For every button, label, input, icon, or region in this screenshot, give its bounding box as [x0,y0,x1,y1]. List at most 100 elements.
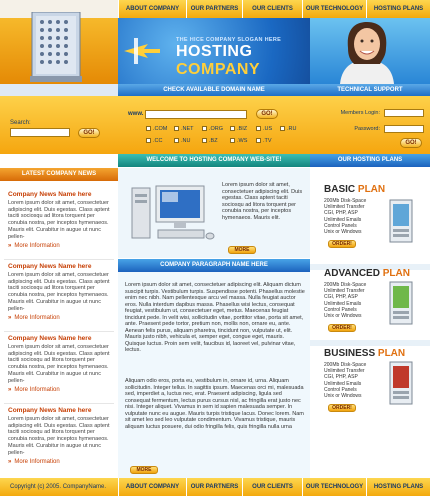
login-input[interactable] [384,109,424,117]
tld-bz[interactable]: .BZ [202,138,218,144]
nav-hosting-plans[interactable]: HOSTING PLANS [366,0,430,18]
technical-support-heading: TECHNICAL SUPPORT [310,84,430,96]
more-information-label: More Information [14,459,60,466]
paragraph-panel: Lorem ipsum dolor sit amet, consectetuer… [118,272,310,478]
header-banner: THE HICE COMPANY SLOGAN HERE HOSTING COM… [118,18,310,84]
news-text: Lorem ipsum dolor sit amet, consectetuer… [8,344,110,384]
checkbox-icon[interactable] [202,126,207,131]
double-arrow-icon: » [8,243,12,250]
tld-tv[interactable]: .TV [256,138,272,144]
password-label: Password: [354,126,380,132]
checkbox-icon[interactable] [174,138,179,143]
plan-card-business: BUSINESS PLAN 200Mb Disk-Space Unlimited… [310,340,430,426]
checkbox-icon[interactable] [280,126,285,131]
password-input[interactable] [384,125,424,133]
latest-news-heading: LATEST COMPANY NEWS [0,168,118,181]
search-input[interactable] [10,128,70,137]
plan-feature: Unix or Windows [324,313,362,320]
login-go-button[interactable]: GO! [400,138,422,148]
support-woman-photo [340,22,394,84]
search-go-button[interactable]: GO! [78,128,100,138]
domain-input[interactable] [145,110,247,119]
paragraph-more-button[interactable]: MORE [130,466,158,474]
checkbox-icon[interactable] [174,126,179,131]
tld-label: .BZ [209,138,218,144]
news-title[interactable]: Company News Name here [8,191,112,198]
tld-cc[interactable]: .CC [146,138,162,144]
checkbox-icon[interactable] [146,126,151,131]
plan-card-advanced: ADVANCED PLAN 200Mb Disk-Space Unlimited… [310,258,430,344]
header-photo-panel [310,18,430,84]
domain-go-button[interactable]: GO! [256,109,278,119]
plan-title: BASIC PLAN [324,184,385,195]
more-information-link[interactable]: » More Information [8,243,112,249]
footer-nav-our-clients[interactable]: OUR CLIENTS [242,478,302,496]
plan-name: BASIC [324,184,358,195]
server-icon [389,199,413,243]
footer-nav-hosting-plans[interactable]: HOSTING PLANS [366,478,430,496]
plan-feature: Unix or Windows [324,393,362,400]
tld-ru[interactable]: .RU [280,126,296,132]
news-title[interactable]: Company News Name here [8,407,112,414]
checkbox-icon[interactable] [202,138,207,143]
plan-features: 200Mb Disk-Space Unlimited Transfer CGI,… [324,282,380,319]
tld-com[interactable]: .COM [146,126,167,132]
server-icon [389,281,413,325]
footer-nav-our-technology[interactable]: OUR TECHNOLOGY [302,478,366,496]
footer-nav-about-company[interactable]: ABOUT COMPANY [118,478,186,496]
double-arrow-icon: » [8,315,12,322]
double-arrow-icon: » [8,387,12,394]
news-title[interactable]: Company News Name here [8,335,112,342]
tld-ws[interactable]: .WS [230,138,247,144]
tld-biz[interactable]: .BIZ [230,126,247,132]
news-text: Lorem ipsum dolor sit amet, consectetuer… [8,200,110,240]
order-button[interactable]: ORDER! [328,404,356,412]
nav-our-technology[interactable]: OUR TECHNOLOGY [302,0,366,18]
nav-our-partners[interactable]: OUR PARTNERS [186,0,242,18]
plan-name: ADVANCED [324,268,383,279]
tld-nu[interactable]: .NU [174,138,190,144]
news-column: Company News Name here Lorem ipsum dolor… [0,181,118,478]
checkbox-icon[interactable] [256,126,261,131]
www-label: www. [128,111,144,117]
tld-label: .BIZ [237,126,248,132]
header: THE HICE COMPANY SLOGAN HERE HOSTING COM… [0,12,430,84]
hosting-plans-column: OUR HOSTING PLANS BASIC PLAN 200Mb Disk-… [310,154,430,478]
more-information-label: More Information [14,315,60,322]
tld-label: .CC [153,138,163,144]
divider [4,259,114,260]
checkbox-icon[interactable] [230,138,235,143]
plan-suffix: PLAN [382,268,410,279]
paragraph-heading: COMPANY PARAGRAPH NAME HERE [118,259,310,272]
nav-about-company[interactable]: ABOUT COMPANY [118,0,186,18]
welcome-more-button[interactable]: MORE [228,246,256,254]
hosting-plans-heading: OUR HOSTING PLANS [310,154,430,167]
more-information-link[interactable]: » More Information [8,387,112,393]
plan-title: BUSINESS PLAN [324,348,405,359]
more-information-link[interactable]: » More Information [8,315,112,321]
checkbox-icon[interactable] [256,138,261,143]
footer-nav-our-partners[interactable]: OUR PARTNERS [186,478,242,496]
tld-org[interactable]: .ORG [202,126,223,132]
checkbox-icon[interactable] [230,126,235,131]
plan-features: 200Mb Disk-Space Unlimited Transfer CGI,… [324,198,380,235]
server-icon [389,361,413,405]
news-item: Company News Name here Lorem ipsum dolor… [8,407,112,465]
order-button[interactable]: ORDER! [328,240,356,248]
order-button[interactable]: ORDER! [328,324,356,332]
news-item: Company News Name here Lorem ipsum dolor… [8,191,112,249]
tld-net[interactable]: .NET [174,126,194,132]
welcome-text: Lorem ipsum dolor sit amet, consectetuer… [222,182,303,221]
server-tower-image [30,12,82,82]
more-information-link[interactable]: » More Information [8,459,112,465]
search-form: Search: GO! [10,120,100,138]
tld-label: .ORG [209,126,224,132]
welcome-heading: WELCOME TO HOSTING COMPANY WEB-SITE! [118,154,310,167]
tld-us[interactable]: .US [256,126,272,132]
brand-accent: COMPANY [176,61,261,78]
news-title[interactable]: Company News Name here [8,263,112,270]
news-item: Company News Name here Lorem ipsum dolor… [8,263,112,321]
nav-our-clients[interactable]: OUR CLIENTS [242,0,302,18]
checkbox-icon[interactable] [146,138,151,143]
plan-feature: Unix or Windows [324,229,362,236]
